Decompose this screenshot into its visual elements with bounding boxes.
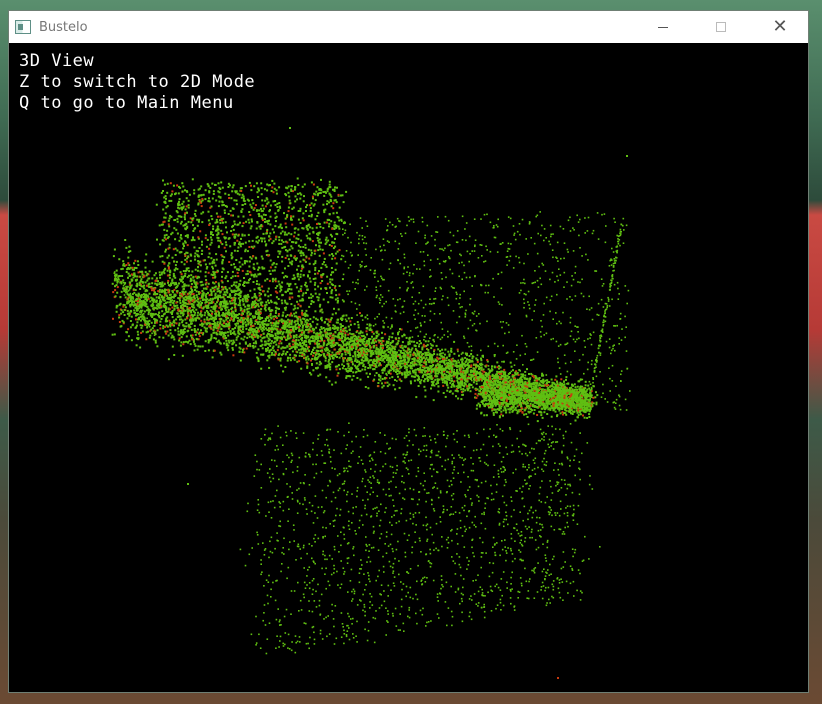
close-icon: ✕ <box>772 16 788 37</box>
minimize-icon <box>658 26 668 28</box>
app-window: Bustelo ✕ 3D View Z to switch to 2D Mode… <box>8 10 809 693</box>
hud-menu-hint: Q to go to Main Menu <box>19 93 234 113</box>
maximize-icon <box>716 22 726 32</box>
3d-viewport[interactable]: 3D View Z to switch to 2D Mode Q to go t… <box>9 43 808 692</box>
hud-switch-hint: Z to switch to 2D Mode <box>19 72 256 92</box>
point-cloud <box>111 127 631 679</box>
hud-mode-label: 3D View <box>19 51 95 71</box>
minimize-button[interactable] <box>634 11 692 43</box>
maximize-button[interactable] <box>692 11 750 43</box>
close-button[interactable]: ✕ <box>751 11 809 43</box>
app-window-icon <box>15 20 31 34</box>
window-title: Bustelo <box>39 19 88 35</box>
hud-overlay: 3D View Z to switch to 2D Mode Q to go t… <box>19 51 255 114</box>
title-bar[interactable]: Bustelo ✕ <box>9 11 808 43</box>
